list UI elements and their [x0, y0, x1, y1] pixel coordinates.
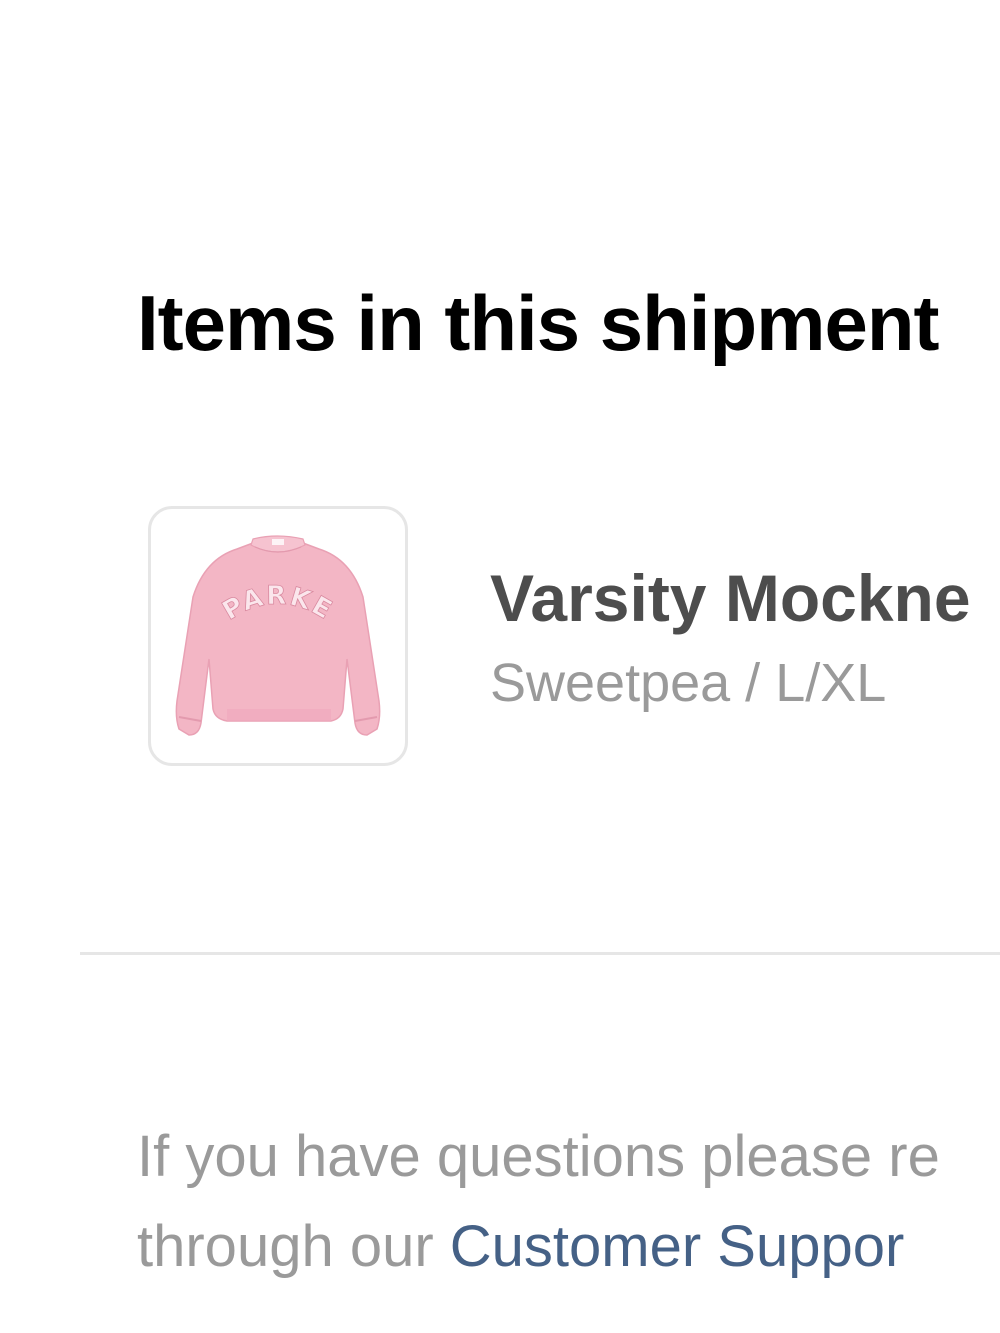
product-name: Varsity Mockne [490, 561, 971, 635]
support-note-prefix: through our [137, 1214, 450, 1279]
product-thumbnail[interactable]: PARKE [148, 506, 408, 766]
product-variant: Sweetpea / L/XL [490, 653, 887, 713]
support-note-line-1: If you have questions please re [137, 1124, 940, 1189]
support-note: If you have questions please re through … [137, 1112, 1000, 1292]
shipment-page: Items in this shipment PARKE Varsity Moc… [0, 0, 1000, 1333]
section-title: Items in this shipment [137, 279, 939, 367]
section-divider [80, 952, 1000, 955]
pink-sweatshirt-image: PARKE [175, 535, 381, 736]
support-note-line-2: through our Customer Suppor [137, 1202, 1000, 1292]
customer-support-link[interactable]: Customer Suppor [450, 1214, 905, 1279]
